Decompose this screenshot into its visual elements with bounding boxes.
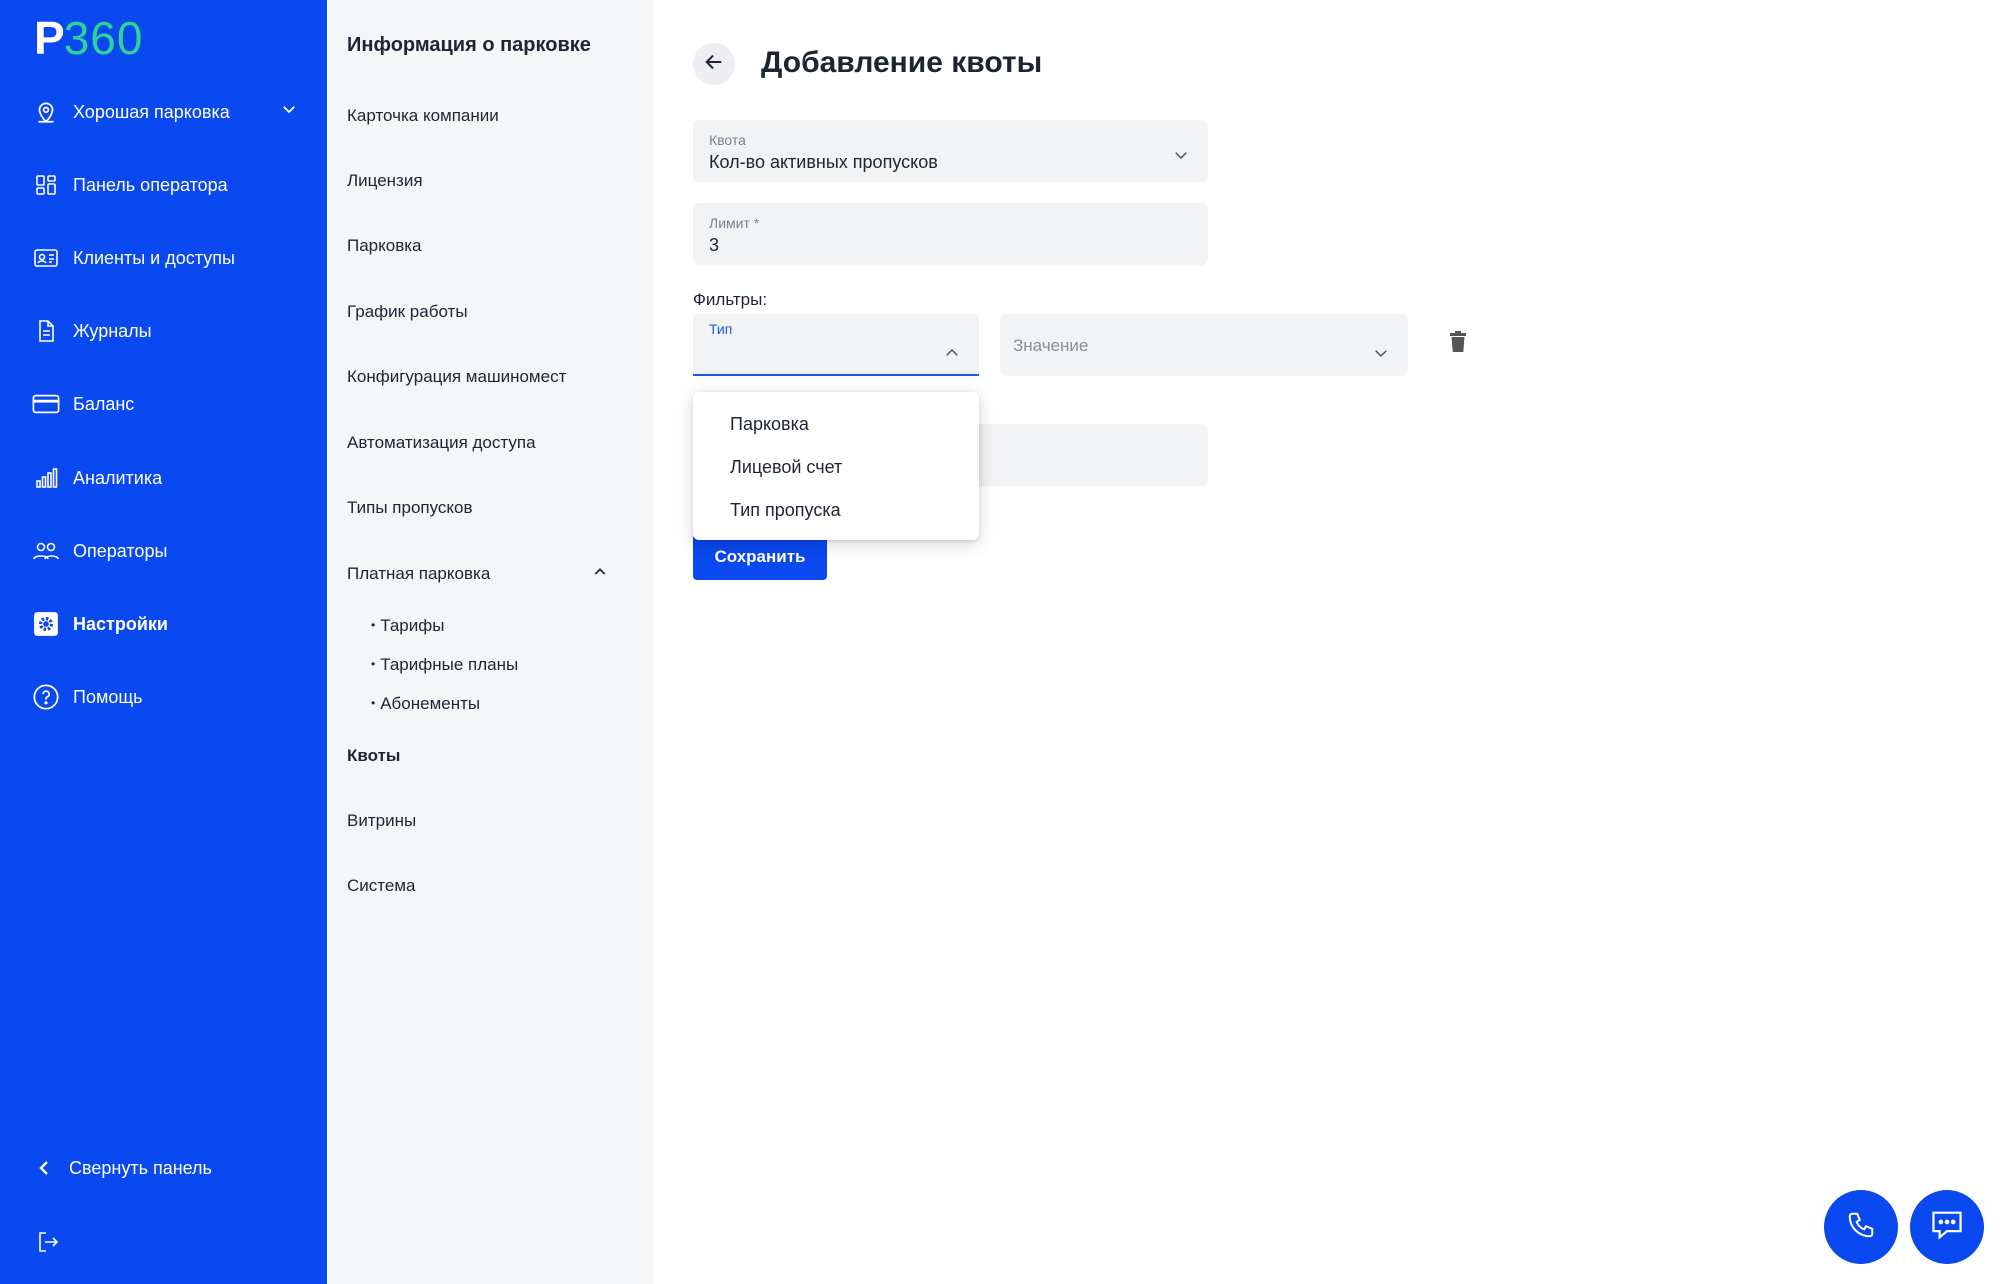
chevron-down-icon[interactable] <box>280 100 298 123</box>
subnav-item-pass-types[interactable]: Типы пропусков <box>347 498 473 518</box>
logout-button[interactable] <box>34 1222 75 1262</box>
sidebar-item-settings[interactable]: Настройки <box>32 604 168 644</box>
sidebar-item-balance[interactable]: Баланс <box>32 384 134 424</box>
sidebar-item-label: Аналитика <box>73 467 163 488</box>
dashboard-icon <box>32 171 60 199</box>
back-button[interactable] <box>693 43 735 85</box>
subnav-item-label: Платная парковка <box>347 564 491 583</box>
gear-icon <box>32 610 60 638</box>
limit-value: 3 <box>709 235 720 255</box>
dropdown-option-parking[interactable]: Парковка <box>730 414 809 435</box>
logout-icon <box>34 1228 62 1256</box>
credit-card-icon <box>32 390 60 418</box>
sidebar-item-label: Клиенты и доступы <box>73 247 235 268</box>
subnav-heading: Информация о парковке <box>347 34 591 56</box>
dropdown-option-account[interactable]: Лицевой счет <box>730 457 842 478</box>
sidebar-item-label: Хорошая парковка <box>73 101 230 122</box>
chevron-down-icon <box>1172 146 1190 169</box>
limit-field[interactable]: Лимит * 3 <box>693 203 1208 265</box>
chevron-down-icon <box>1372 344 1390 367</box>
subnav-item-paid-parking[interactable]: Платная парковка <box>347 564 606 584</box>
location-pin-icon <box>32 98 60 126</box>
sidebar-item-label: Панель оператора <box>73 174 228 195</box>
filter-value-select[interactable]: Значение <box>1000 314 1408 376</box>
phone-icon <box>1846 1210 1876 1245</box>
sidebar-item-help[interactable]: Помощь <box>32 677 143 717</box>
subnav-item-license[interactable]: Лицензия <box>347 171 423 191</box>
filter-type-select[interactable]: Тип <box>693 314 979 376</box>
sidebar-item-journals[interactable]: Журналы <box>32 311 152 351</box>
sidebar-item-label: Журналы <box>73 320 152 341</box>
chevron-left-icon <box>34 1154 54 1182</box>
sidebar-item-label: Операторы <box>73 540 168 561</box>
chat-icon <box>1929 1209 1965 1246</box>
logo[interactable]: P 360 <box>34 12 143 64</box>
main-sidebar: P 360 Хорошая парковка Панель оператора К… <box>0 0 327 1284</box>
filter-value-placeholder: Значение <box>1013 336 1089 355</box>
subnav-item-quotas[interactable]: Квоты <box>347 746 400 766</box>
settings-subnav: Информация о парковке Карточка компании … <box>327 0 653 1284</box>
sidebar-item-analytics[interactable]: Аналитика <box>32 458 162 498</box>
arrow-left-icon <box>703 51 725 78</box>
subnav-item-parking[interactable]: Парковка <box>347 236 422 256</box>
subnav-item-showcases[interactable]: Витрины <box>347 811 416 831</box>
subnav-item-system[interactable]: Система <box>347 876 415 896</box>
sidebar-item-operators[interactable]: Операторы <box>32 531 167 571</box>
sidebar-item-label: Помощь <box>73 686 143 707</box>
id-card-icon <box>32 244 60 272</box>
quota-label: Квота <box>709 132 746 148</box>
filters-label: Фильтры: <box>693 290 768 309</box>
limit-label: Лимит * <box>709 215 760 231</box>
subnav-child-tariffs[interactable]: Тарифы <box>371 616 444 636</box>
subnav-item-access-automation[interactable]: Автоматизация доступа <box>347 433 536 453</box>
quota-select[interactable]: Квота Кол-во активных пропусков <box>693 120 1208 182</box>
dropdown-option-pass-type[interactable]: Тип пропуска <box>730 500 841 521</box>
type-dropdown-menu: Парковка Лицевой счет Тип пропуска <box>693 392 979 540</box>
sidebar-item-label: Баланс <box>73 393 135 414</box>
subnav-item-company-card[interactable]: Карточка компании <box>347 106 499 126</box>
page-title: Добавление квоты <box>761 46 1043 79</box>
subnav-child-tariff-plans[interactable]: Тарифные планы <box>371 655 518 675</box>
bar-chart-icon <box>32 464 60 492</box>
sidebar-item-operator-panel[interactable]: Панель оператора <box>32 165 228 205</box>
help-icon <box>32 683 60 711</box>
call-button[interactable] <box>1824 1190 1898 1264</box>
sidebar-item-clients[interactable]: Клиенты и доступы <box>32 238 235 278</box>
filter-type-label: Тип <box>709 321 733 337</box>
subnav-item-schedule[interactable]: График работы <box>347 302 468 322</box>
chat-button[interactable] <box>1910 1190 1984 1264</box>
chevron-up-icon[interactable] <box>592 564 608 585</box>
quota-value: Кол-во активных пропусков <box>709 152 938 172</box>
users-icon <box>32 537 60 565</box>
collapse-panel-label: Свернуть панель <box>69 1157 212 1178</box>
save-button[interactable]: Сохранить <box>693 534 827 580</box>
sidebar-item-parking-select[interactable]: Хорошая парковка <box>32 92 295 132</box>
chevron-up-icon <box>943 344 961 367</box>
logo-letter: P <box>34 12 65 64</box>
subnav-child-subscriptions[interactable]: Абонементы <box>371 694 480 714</box>
logo-number: 360 <box>63 12 144 64</box>
delete-filter-button[interactable] <box>1448 330 1468 359</box>
sidebar-item-label: Настройки <box>73 613 168 634</box>
document-icon <box>32 317 60 345</box>
subnav-item-spaces-config[interactable]: Конфигурация машиномест <box>347 367 566 387</box>
collapse-panel-button[interactable]: Свернуть панель <box>34 1148 212 1188</box>
trash-icon <box>1448 331 1468 358</box>
